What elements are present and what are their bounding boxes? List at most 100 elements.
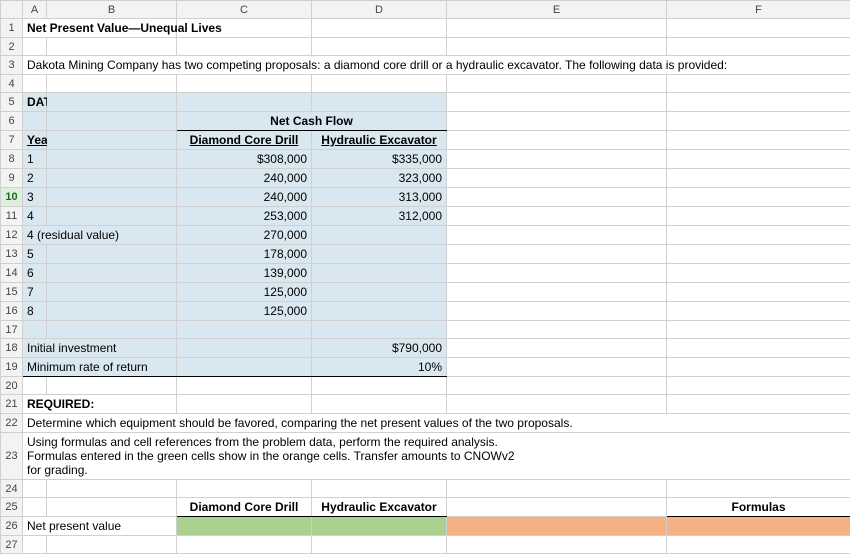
- cell[interactable]: [447, 93, 667, 112]
- initial-investment-label[interactable]: Initial investment: [23, 339, 177, 358]
- cell[interactable]: [447, 245, 667, 264]
- cell-d[interactable]: 125,000: [177, 283, 312, 302]
- cell[interactable]: [47, 112, 177, 131]
- intro-cell[interactable]: Dakota Mining Company has two competing …: [23, 56, 850, 75]
- cell[interactable]: [312, 395, 447, 414]
- row-header-13[interactable]: 13: [1, 245, 23, 264]
- cell-d[interactable]: $308,000: [177, 150, 312, 169]
- cell[interactable]: [47, 377, 177, 395]
- cell-h[interactable]: [312, 283, 447, 302]
- row-header-12[interactable]: 12: [1, 226, 23, 245]
- row-header-7[interactable]: 7: [1, 131, 23, 150]
- cell[interactable]: [177, 358, 312, 377]
- cell-d[interactable]: 125,000: [177, 302, 312, 321]
- cell[interactable]: [447, 358, 667, 377]
- cell[interactable]: [312, 536, 447, 554]
- cell[interactable]: [447, 207, 667, 226]
- cell-h[interactable]: [312, 226, 447, 245]
- cell[interactable]: [667, 264, 850, 283]
- cell[interactable]: [447, 377, 667, 395]
- cell[interactable]: [47, 75, 177, 93]
- cell[interactable]: [47, 302, 177, 321]
- select-all-corner[interactable]: [1, 1, 23, 19]
- min-rate-label[interactable]: Minimum rate of return: [23, 358, 177, 377]
- col-header-D[interactable]: D: [312, 1, 447, 19]
- cell[interactable]: [447, 480, 667, 498]
- cell-year[interactable]: 1: [23, 150, 47, 169]
- cell[interactable]: [23, 38, 47, 56]
- cell[interactable]: [177, 93, 312, 112]
- cell[interactable]: [47, 93, 177, 112]
- cell[interactable]: [23, 112, 47, 131]
- cell[interactable]: [47, 169, 177, 188]
- cell[interactable]: [23, 480, 47, 498]
- ncf-header[interactable]: Net Cash Flow: [177, 112, 447, 131]
- cell[interactable]: [667, 283, 850, 302]
- row-header-16[interactable]: 16: [1, 302, 23, 321]
- cell[interactable]: [47, 321, 177, 339]
- cell[interactable]: [47, 264, 177, 283]
- cell-d[interactable]: 253,000: [177, 207, 312, 226]
- required-text[interactable]: Determine which equipment should be favo…: [23, 414, 850, 433]
- cell-h[interactable]: $335,000: [312, 150, 447, 169]
- cell[interactable]: [667, 112, 850, 131]
- row-header-25[interactable]: 25: [1, 498, 23, 517]
- cell[interactable]: [447, 264, 667, 283]
- cell[interactable]: [47, 188, 177, 207]
- cell[interactable]: [447, 226, 667, 245]
- cell[interactable]: [667, 131, 850, 150]
- cell[interactable]: [47, 283, 177, 302]
- cell[interactable]: [667, 536, 850, 554]
- instructions-cell[interactable]: Using formulas and cell references from …: [23, 433, 850, 480]
- diamond-col-label[interactable]: Diamond Core Drill: [177, 131, 312, 150]
- cell[interactable]: [177, 377, 312, 395]
- cell-h[interactable]: 312,000: [312, 207, 447, 226]
- cell[interactable]: [177, 75, 312, 93]
- cell-year[interactable]: 4 (residual value): [23, 226, 177, 245]
- row-header-2[interactable]: 2: [1, 38, 23, 56]
- cell[interactable]: [667, 377, 850, 395]
- cell[interactable]: [447, 395, 667, 414]
- col-header-F[interactable]: F: [667, 1, 850, 19]
- cell-year[interactable]: 2: [23, 169, 47, 188]
- cell[interactable]: [667, 339, 850, 358]
- cell[interactable]: [312, 377, 447, 395]
- row-header-1[interactable]: 1: [1, 19, 23, 38]
- cell[interactable]: [23, 536, 47, 554]
- cell[interactable]: [23, 321, 47, 339]
- cell[interactable]: [447, 112, 667, 131]
- cell[interactable]: [312, 93, 447, 112]
- cell[interactable]: [312, 480, 447, 498]
- row-header-3[interactable]: 3: [1, 56, 23, 75]
- cell[interactable]: [23, 75, 47, 93]
- hydraulic-col-label[interactable]: Hydraulic Excavator: [312, 131, 447, 150]
- result-hydraulic-label[interactable]: Hydraulic Excavator: [312, 498, 447, 517]
- formula-output-e[interactable]: [447, 517, 667, 536]
- cell[interactable]: [667, 188, 850, 207]
- cell[interactable]: [312, 38, 447, 56]
- cell-year[interactable]: 4: [23, 207, 47, 226]
- row-header-10[interactable]: 10: [1, 188, 23, 207]
- cell[interactable]: [312, 321, 447, 339]
- cell[interactable]: [667, 75, 850, 93]
- year-label[interactable]: Year: [23, 131, 47, 150]
- cell[interactable]: [47, 480, 177, 498]
- cell[interactable]: [667, 38, 850, 56]
- row-header-22[interactable]: 22: [1, 414, 23, 433]
- row-header-24[interactable]: 24: [1, 480, 23, 498]
- cell[interactable]: [667, 169, 850, 188]
- result-diamond-label[interactable]: Diamond Core Drill: [177, 498, 312, 517]
- cell[interactable]: [47, 207, 177, 226]
- cell[interactable]: [447, 321, 667, 339]
- initial-investment-value[interactable]: $790,000: [312, 339, 447, 358]
- cell[interactable]: [447, 339, 667, 358]
- row-header-21[interactable]: 21: [1, 395, 23, 414]
- cell[interactable]: [23, 498, 47, 517]
- cell[interactable]: [177, 395, 312, 414]
- cell[interactable]: [667, 302, 850, 321]
- cell[interactable]: [447, 536, 667, 554]
- cell-year[interactable]: 3: [23, 188, 47, 207]
- row-header-5[interactable]: 5: [1, 93, 23, 112]
- row-header-11[interactable]: 11: [1, 207, 23, 226]
- row-header-26[interactable]: 26: [1, 517, 23, 536]
